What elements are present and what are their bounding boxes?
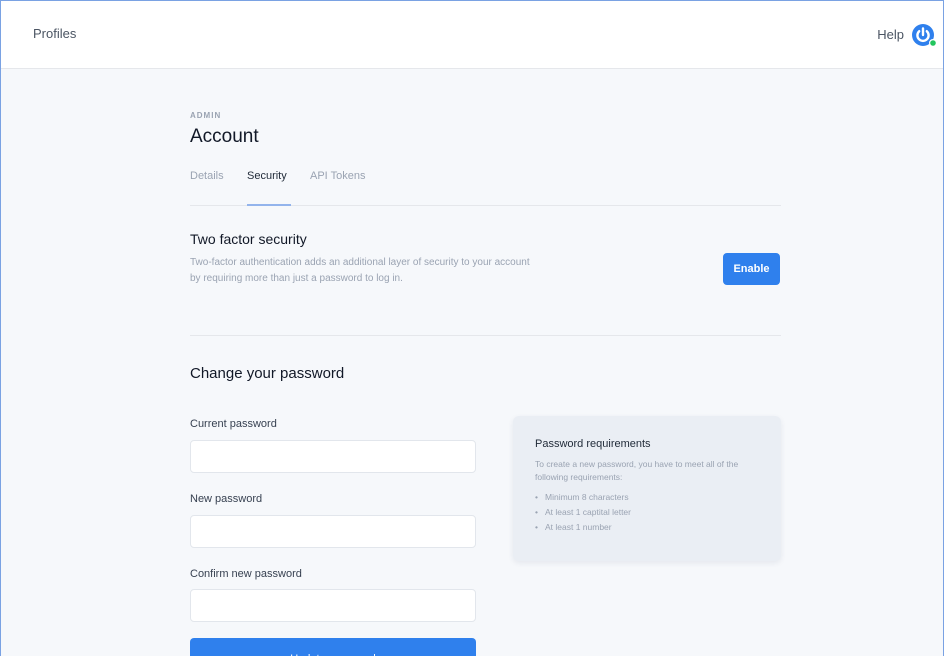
- tab-security[interactable]: Security: [247, 170, 287, 182]
- requirements-title: Password requirements: [535, 438, 651, 450]
- new-password-input[interactable]: [190, 515, 476, 548]
- requirement-item: • Minimum 8 characters: [535, 490, 759, 505]
- password-requirements-panel: Password requirements To create a new pa…: [513, 416, 781, 561]
- profiles-link[interactable]: Profiles: [33, 26, 76, 41]
- new-password-label: New password: [190, 493, 263, 505]
- requirement-text: At least 1 number: [545, 522, 612, 532]
- current-password-input[interactable]: [190, 440, 476, 473]
- bullet-icon: •: [535, 507, 538, 517]
- power-logo-icon: [912, 24, 938, 48]
- requirements-description: To create a new password, you have to me…: [535, 459, 739, 482]
- two-factor-title: Two factor security: [190, 231, 307, 247]
- requirement-text: Minimum 8 characters: [545, 492, 629, 502]
- help-link[interactable]: Help: [877, 27, 904, 42]
- current-password-label: Current password: [190, 418, 277, 430]
- user-avatar[interactable]: [910, 21, 938, 49]
- page-eyebrow: ADMIN: [190, 111, 222, 120]
- active-tab-indicator: [247, 204, 291, 206]
- requirement-text: At least 1 captital letter: [545, 507, 631, 517]
- confirm-password-input[interactable]: [190, 589, 476, 622]
- change-password-title: Change your password: [190, 365, 345, 382]
- tab-api-tokens[interactable]: API Tokens: [310, 170, 365, 182]
- top-navigation-bar: Profiles Help: [1, 1, 943, 69]
- page-title: Account: [190, 126, 259, 147]
- account-tabs: Details Security API Tokens: [190, 170, 781, 206]
- update-password-button[interactable]: Update password: [190, 638, 476, 656]
- online-status-dot: [929, 39, 938, 48]
- requirement-item: • At least 1 captital letter: [535, 505, 759, 520]
- app-frame: Profiles Help ADMIN Account Details Secu…: [0, 0, 944, 656]
- confirm-password-label: Confirm new password: [190, 568, 302, 580]
- bullet-icon: •: [535, 492, 538, 502]
- requirement-item: • At least 1 number: [535, 520, 759, 535]
- two-factor-section: Two factor security Two-factor authentic…: [190, 231, 781, 336]
- enable-two-factor-button[interactable]: Enable: [723, 253, 780, 285]
- bullet-icon: •: [535, 522, 538, 532]
- two-factor-description: Two-factor authentication adds an additi…: [190, 257, 530, 284]
- tab-details[interactable]: Details: [190, 170, 224, 182]
- requirements-list: • Minimum 8 characters • At least 1 captit…: [535, 490, 759, 535]
